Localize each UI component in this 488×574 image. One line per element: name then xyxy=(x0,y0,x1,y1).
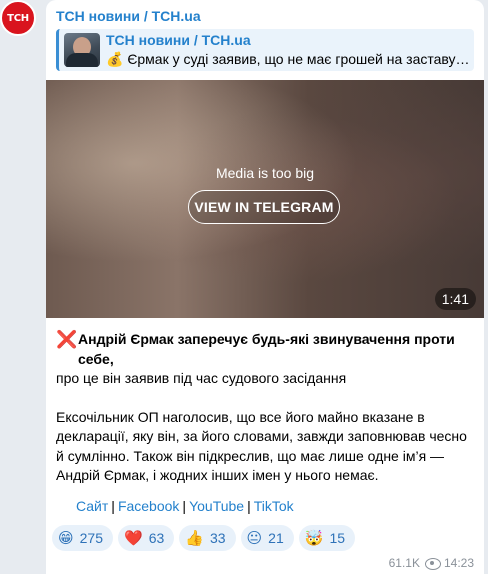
reaction-neutral[interactable]: 😐 21 xyxy=(240,525,294,551)
cross-mark-icon: ❌ xyxy=(56,330,78,349)
link-site[interactable]: Сайт xyxy=(76,498,108,514)
reaction-thumbs-up[interactable]: 👍 33 xyxy=(179,525,236,551)
channel-avatar[interactable]: ТСН xyxy=(0,0,36,36)
view-in-telegram-button[interactable]: VIEW IN TELEGRAM xyxy=(188,190,340,224)
reaction-count: 21 xyxy=(268,530,284,546)
reply-thumbnail xyxy=(64,33,100,67)
reaction-count: 33 xyxy=(209,530,226,546)
laughing-face-icon: 😁 xyxy=(58,528,74,547)
reactions-bar: 😁 275 ❤️ 63 👍 33 😐 21 🤯 15 xyxy=(52,525,356,551)
message-bubble: ТСН новини / TCH.ua ТСН новини / TCH.ua … xyxy=(46,0,484,574)
reaction-count: 15 xyxy=(329,530,346,546)
reaction-exploding-head[interactable]: 🤯 15 xyxy=(298,525,356,551)
reply-channel-name: ТСН новини / TCH.ua xyxy=(106,32,251,48)
link-facebook[interactable]: Facebook xyxy=(118,498,179,514)
reaction-count: 63 xyxy=(148,530,165,546)
post-paragraph: Ексочільник ОП наголосив, що все його ма… xyxy=(56,408,467,484)
eye-icon xyxy=(424,558,441,570)
link-separator: | xyxy=(247,498,251,514)
thumbs-up-icon: 👍 xyxy=(185,528,204,547)
message-meta: 61.1K 14:23 xyxy=(389,556,474,570)
post-lead: ❌ Андрій Єрмак заперечує будь-які звинув… xyxy=(56,330,476,369)
post-headline-rest: про це він заявив під час судового засід… xyxy=(56,370,347,386)
reply-preview[interactable]: ТСН новини / TCH.ua 💰 Єрмак у суді заяви… xyxy=(56,29,474,71)
link-youtube[interactable]: YouTube xyxy=(189,498,244,514)
reply-text: 💰 Єрмак у суді заявив, що не має грошей … xyxy=(106,51,472,67)
link-separator: | xyxy=(111,498,115,514)
video-duration-badge: 1:41 xyxy=(434,288,476,310)
post-headline: Андрій Єрмак заперечує будь-які звинувач… xyxy=(78,331,455,367)
avatar-logo-text: ТСН xyxy=(7,12,29,24)
social-links: Сайт | Facebook | YouTube | TikTok xyxy=(76,498,294,514)
reaction-laughing[interactable]: 😁 275 xyxy=(52,525,113,551)
link-tiktok[interactable]: TikTok xyxy=(254,498,294,514)
reaction-count: 275 xyxy=(79,530,103,546)
view-count: 61.1K xyxy=(388,556,420,570)
link-separator: | xyxy=(182,498,187,514)
post-text: ❌ Андрій Єрмак заперечує будь-які звинув… xyxy=(56,330,476,486)
message-time: 14:23 xyxy=(443,556,474,570)
exploding-head-icon: 🤯 xyxy=(304,528,324,547)
neutral-face-icon: 😐 xyxy=(246,528,263,547)
reaction-heart[interactable]: ❤️ 63 xyxy=(118,525,175,551)
channel-name[interactable]: ТСН новини / TCH.ua xyxy=(56,8,201,24)
video-preview[interactable]: Media is too big VIEW IN TELEGRAM 1:41 xyxy=(46,80,484,318)
red-heart-icon: ❤️ xyxy=(124,528,143,547)
media-too-big-note: Media is too big xyxy=(215,165,315,181)
